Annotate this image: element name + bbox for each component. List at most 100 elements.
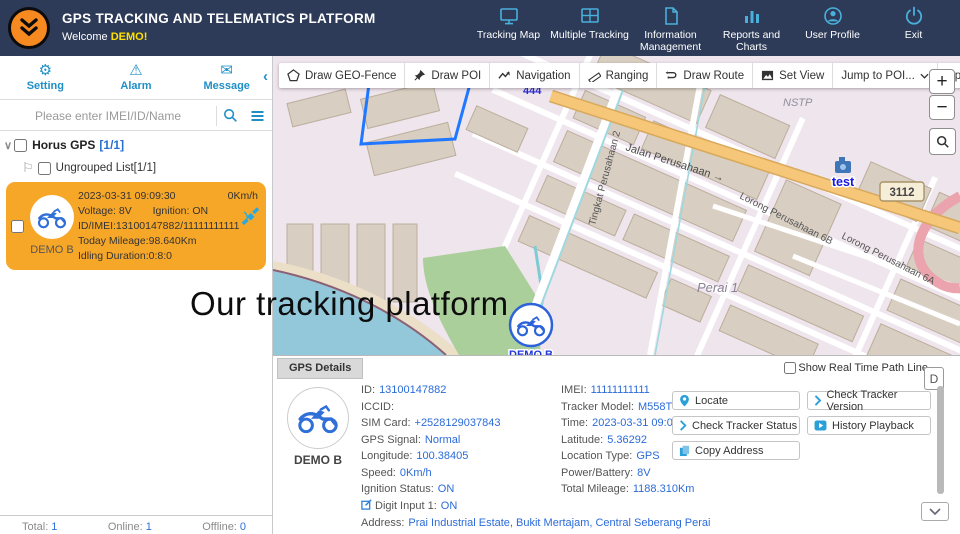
- tool-label: Draw Route: [683, 70, 744, 82]
- satellite-icon: [239, 206, 261, 228]
- nav-information-management[interactable]: Information Management: [630, 5, 711, 53]
- app-title: GPS TRACKING AND TELEMATICS PLATFORM: [62, 11, 376, 26]
- edit-icon[interactable]: [361, 499, 372, 510]
- nav-user-profile[interactable]: User Profile: [792, 5, 873, 53]
- list-menu-button[interactable]: [244, 103, 271, 129]
- tool-draw-poi[interactable]: Draw POI: [404, 63, 489, 88]
- image-icon: [761, 69, 774, 82]
- device-id-imei: ID/IMEI:13100147882/11111111111: [78, 219, 262, 234]
- button-label: Check Tracker Status: [692, 420, 797, 432]
- subgroup-checkbox[interactable]: [38, 162, 51, 175]
- gear-icon: ⚙: [39, 63, 52, 79]
- bar-chart-icon: [741, 5, 763, 27]
- check-tracker-status-button[interactable]: Check Tracker Status: [672, 416, 800, 435]
- tab-message[interactable]: ✉ Message: [181, 63, 272, 92]
- sidebar-tabs: ⚙ Setting ⚠ Alarm ✉ Message ‹: [0, 56, 272, 100]
- field-power-battery: Power/Battery:8V: [561, 465, 761, 482]
- welcome-user: DEMO!: [111, 31, 148, 43]
- show-path-checkbox-row[interactable]: Show Real Time Path Line: [784, 362, 928, 374]
- search-button[interactable]: [217, 103, 244, 129]
- subgroup-label: Ungrouped List[1/1]: [56, 162, 156, 174]
- field-longitude: Longitude:100.38405: [361, 448, 561, 465]
- tool-ranging[interactable]: Ranging: [579, 63, 657, 88]
- nav-label: Reports and Charts: [711, 29, 792, 53]
- nav-multiple-tracking[interactable]: Multiple Tracking: [549, 5, 630, 53]
- tree-expand-caret[interactable]: ∨: [4, 139, 12, 152]
- field-id: ID:13100147882: [361, 382, 561, 399]
- tool-set-view[interactable]: Set View: [752, 63, 832, 88]
- search-icon: [223, 108, 238, 123]
- map-toolbar: Draw GEO-Fence Draw POI Navigation Rangi…: [279, 63, 960, 88]
- device-card-demo-b[interactable]: DEMO B 2023-03-31 09:09:30 0Km/h Voltage…: [6, 182, 266, 270]
- tool-draw-geofence[interactable]: Draw GEO-Fence: [279, 63, 404, 88]
- tool-draw-route[interactable]: Draw Route: [656, 63, 752, 88]
- chevron-right-icon: [679, 420, 687, 431]
- search-icon: [936, 135, 950, 149]
- map-label-nstp: NSTP: [783, 97, 813, 109]
- history-playback-button[interactable]: History Playback: [807, 416, 931, 435]
- tool-navigation[interactable]: Navigation: [489, 63, 578, 88]
- button-label: Copy Address: [695, 445, 763, 457]
- nav-reports-charts[interactable]: Reports and Charts: [711, 5, 792, 53]
- device-checkbox[interactable]: [11, 220, 24, 233]
- nav-label: User Profile: [805, 29, 860, 41]
- tool-label: Draw POI: [431, 70, 481, 82]
- details-scrollbar[interactable]: [937, 386, 944, 494]
- button-label: History Playback: [832, 420, 914, 432]
- play-icon: [814, 420, 827, 431]
- tab-label: Message: [203, 80, 249, 92]
- map-zoom-out-button[interactable]: −: [929, 95, 955, 120]
- device-ignition: Ignition: ON: [153, 205, 208, 217]
- map-label-perai: Perai 1: [697, 280, 738, 295]
- main-nav: Tracking Map Multiple Tracking Informati…: [468, 5, 954, 53]
- monitor-icon: [498, 5, 520, 27]
- nav-label: Tracking Map: [477, 29, 540, 41]
- map-search-button[interactable]: [929, 128, 956, 155]
- chevron-down-icon: [920, 73, 929, 79]
- nav-label: Multiple Tracking: [550, 29, 629, 41]
- tool-jump-to-poi[interactable]: Jump to POI...: [832, 63, 937, 88]
- motorcycle-icon: [297, 402, 339, 434]
- device-search-row: [0, 101, 272, 131]
- ruler-pencil-icon: [588, 69, 601, 82]
- locate-button[interactable]: Locate: [672, 391, 800, 410]
- nav-tracking-map[interactable]: Tracking Map: [468, 5, 549, 53]
- gps-details-panel: GPS Details Show Real Time Path Line D D…: [273, 355, 960, 534]
- group-checkbox[interactable]: [14, 139, 27, 152]
- tree-subgroup-row[interactable]: ⚐ Ungrouped List[1/1]: [22, 160, 272, 176]
- nav-exit[interactable]: Exit: [873, 5, 954, 53]
- nav-label: Information Management: [630, 29, 711, 53]
- details-device-name: DEMO B: [285, 453, 351, 467]
- show-path-checkbox[interactable]: [784, 362, 796, 374]
- copy-address-button[interactable]: Copy Address: [672, 441, 800, 460]
- tab-alarm[interactable]: ⚠ Alarm: [91, 63, 182, 92]
- device-speed: 0Km/h: [228, 189, 258, 204]
- check-tracker-version-button[interactable]: Check Tracker Version: [807, 391, 931, 410]
- tool-label: Draw GEO-Fence: [305, 70, 396, 82]
- pentagon-icon: [287, 69, 300, 82]
- flag-icon: ⚐: [22, 160, 34, 176]
- chevron-down-icon: [929, 508, 941, 515]
- tab-setting[interactable]: ⚙ Setting: [0, 63, 91, 92]
- document-icon: [660, 5, 682, 27]
- field-total-mileage: Total Mileage:1188.310Km: [561, 481, 761, 498]
- tool-label: Jump to POI...: [841, 70, 915, 82]
- details-column-1: ID:13100147882 ICCID: SIM Card:+25281290…: [361, 382, 561, 514]
- device-today-mileage: Today Mileage:98.640Km: [78, 234, 262, 249]
- gps-details-tab[interactable]: GPS Details: [277, 358, 363, 379]
- tree-group-row[interactable]: ∨ Horus GPS [1/1]: [8, 138, 272, 152]
- copy-icon: [679, 445, 690, 457]
- map-zoom-in-button[interactable]: +: [929, 69, 955, 94]
- sidebar-collapse-button[interactable]: ‹: [263, 68, 268, 85]
- device-card-body: 2023-03-31 09:09:30 0Km/h Voltage: 8V Ig…: [78, 189, 262, 264]
- double-chevron-down-icon: [17, 17, 41, 39]
- device-time: 2023-03-31 09:09:30: [78, 189, 176, 204]
- chevron-right-icon: [814, 395, 821, 406]
- tool-label: Navigation: [516, 70, 570, 82]
- welcome-text: Welcome DEMO!: [62, 31, 147, 43]
- tab-label: Alarm: [120, 80, 151, 92]
- panel-collapse-button[interactable]: [921, 502, 949, 521]
- group-label: Horus GPS: [32, 138, 95, 152]
- search-input[interactable]: [0, 102, 216, 130]
- svg-text:3112: 3112: [890, 187, 915, 199]
